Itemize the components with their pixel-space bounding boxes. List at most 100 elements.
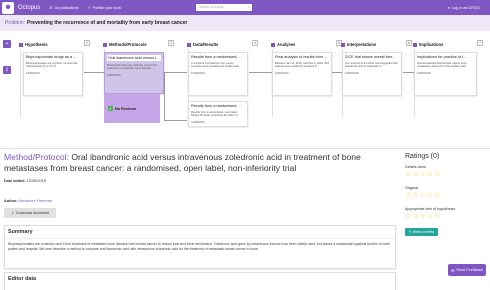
stage-marker-icon (413, 42, 417, 47)
stage-title: Implications (419, 42, 444, 47)
card-title: Bisphosphonate drugs as a ... (26, 55, 77, 59)
search-placeholder: Search Octopus (199, 5, 224, 9)
star-icon[interactable]: ☆ (434, 192, 440, 199)
card-title: Results from a randomised, ... (191, 104, 242, 108)
download-document-button[interactable]: ⇩ Download document (4, 208, 56, 218)
star-icon[interactable]: ☆ (405, 171, 411, 178)
search-input[interactable]: Search Octopus ⌕ (196, 4, 252, 11)
star-icon[interactable]: ☆ (434, 171, 440, 178)
card-title: Oral ibandronic acid versus i... (107, 55, 161, 61)
download-icon[interactable]: ⇩ (3, 66, 11, 74)
add-button[interactable]: + (3, 40, 11, 48)
download-icon: ⇩ (11, 211, 15, 215)
author-link[interactable]: Alexandra Freeman (19, 199, 52, 203)
stage-title: Hypothesis (25, 42, 48, 47)
feedback-label: Send Feedback (456, 268, 483, 272)
search-icon[interactable]: ⌕ (248, 4, 250, 11)
editor-data-panel: Editor data (4, 272, 396, 290)
stage-title: Data/Results (193, 42, 219, 47)
upload-icon: ⇧ (87, 5, 91, 10)
star-rating[interactable]: ☆ ☆ ☆ ☆ ☆ (405, 213, 489, 220)
card-date: 12/09/2019 (26, 71, 40, 75)
brand-name[interactable]: Octopus (18, 5, 40, 11)
star-icon[interactable]: ☆ (420, 192, 426, 199)
publication-card-hypothesis[interactable]: Bisphosphonate drugs as a ... Bisphospho… (23, 52, 83, 96)
star-icon[interactable]: ☆ (412, 213, 418, 220)
feedback-icon: ✉ (451, 268, 455, 273)
card-description: In a total of 110 patients from seven co… (191, 62, 239, 69)
top-navbar: ✺ Octopus ☰ All publications ⇧ Publish y… (0, 0, 490, 15)
stage-number: 3 (168, 40, 174, 46)
star-rating[interactable]: ☆ ☆ ☆ ☆ ☆ (405, 192, 489, 199)
card-date: 12/09/2019 (191, 71, 205, 75)
star-rating[interactable]: ☆ ☆ ☆ ☆ ☆ (405, 171, 489, 178)
send-feedback-button[interactable]: ✉ Send Feedback (448, 264, 486, 276)
stage-marker-icon (187, 42, 191, 47)
stage-marker-icon (341, 42, 345, 47)
stage-title: Methods/Protocols (109, 42, 147, 47)
publication-card-analyses[interactable]: Final analysis of results from ... Betwe… (272, 52, 332, 96)
publication-card-interpretations[interactable]: ZICE trial shows overall ben... Our anal… (342, 52, 402, 96)
publication-card-results-1[interactable]: Results from a randomised, ... In a tota… (188, 52, 248, 96)
all-publications-label: All publications (54, 5, 79, 10)
card-title: ZICE trial shows overall ben... (345, 55, 396, 59)
login-orcid-link[interactable]: ● Log in via ORCID (448, 0, 480, 15)
rating-category: Appropriate test of hypothesis (405, 207, 456, 211)
card-description: Bisphosphonates are synthetic compounds … (26, 62, 78, 69)
flow-connector (249, 72, 272, 73)
summary-panel: Summary Bisphosphonates are routinely us… (4, 225, 396, 269)
stage-divider (20, 49, 21, 117)
publication-type-label: Method/Protocol: (4, 152, 69, 162)
write-review-label: Write a review (412, 230, 435, 234)
card-description: Between Jan 14, 2000, and Dec 2, 2019, 8… (275, 62, 329, 69)
stage-number: 6 (406, 40, 412, 46)
star-icon[interactable]: ☆ (420, 171, 426, 178)
card-date: 12/09/2019 (417, 71, 431, 75)
problem-banner: Problem: Preventing the recurrence of an… (0, 15, 490, 31)
login-label: Log in via ORCID (452, 5, 480, 10)
no-reviews-label: No Reviews (115, 106, 137, 111)
star-icon[interactable]: ☆ (434, 213, 440, 220)
rating-category: Original (405, 186, 419, 190)
star-icon[interactable]: ☆ (405, 213, 411, 220)
stage-marker-icon (271, 42, 275, 47)
all-publications-link[interactable]: ☰ All publications (49, 6, 78, 10)
write-review-button[interactable]: ✎ Write a review (405, 228, 438, 236)
problem-title[interactable]: Preventing the recurrence of and mortali… (27, 20, 187, 26)
pencil-icon: ✎ (408, 230, 412, 234)
author-label: Author: (4, 199, 18, 203)
flow-connector (164, 72, 165, 120)
publication-card-implications[interactable]: Implications for practice of t... Ibandr… (414, 52, 477, 96)
download-label: Download document (16, 211, 49, 215)
octopus-logo-icon[interactable]: ✺ (2, 1, 14, 14)
star-icon[interactable]: ☆ (412, 171, 418, 178)
card-description: Results from a randomised, open label. P… (191, 111, 238, 118)
publication-card-methods-selected[interactable]: Oral ibandronic acid versus i... Bisphos… (104, 52, 164, 94)
flow-connector (164, 72, 187, 73)
stage-number: 7 (477, 40, 483, 46)
flow-connector (164, 120, 187, 121)
ratings-heading: Ratings (0) (405, 153, 440, 160)
star-icon[interactable]: ☆ (427, 192, 433, 199)
stage-title: Interpretations (347, 42, 377, 47)
stage-marker-icon (103, 42, 107, 47)
star-icon[interactable]: ☆ (427, 213, 433, 220)
publication-title: Method/Protocol: Oral ibandronic acid ve… (4, 152, 396, 174)
publish-link[interactable]: ⇧ Publish your work (88, 6, 121, 10)
stage-number: 4 (252, 40, 258, 46)
summary-heading: Summary (5, 226, 395, 239)
star-icon[interactable]: ☆ (427, 171, 433, 178)
stage-number: 2 (84, 40, 90, 46)
star-icon[interactable]: ☆ (405, 192, 411, 199)
card-date: 12/09/2019 (275, 71, 289, 75)
rating-category: Details clear (405, 165, 426, 169)
publication-card-results-2[interactable]: Results from a randomised, ... Results f… (188, 101, 248, 127)
user-icon: ● (447, 5, 451, 10)
no-reviews-badge[interactable]: ✓ No Reviews (104, 94, 160, 123)
card-description: Ibandronate/bisphosphonate reduce bone m… (417, 62, 467, 69)
editor-heading: Editor data (8, 276, 37, 282)
card-date: 12/09/2019 (191, 120, 205, 124)
stage-marker-icon (19, 42, 23, 47)
star-icon[interactable]: ☆ (412, 192, 418, 199)
star-icon[interactable]: ☆ (420, 213, 426, 220)
